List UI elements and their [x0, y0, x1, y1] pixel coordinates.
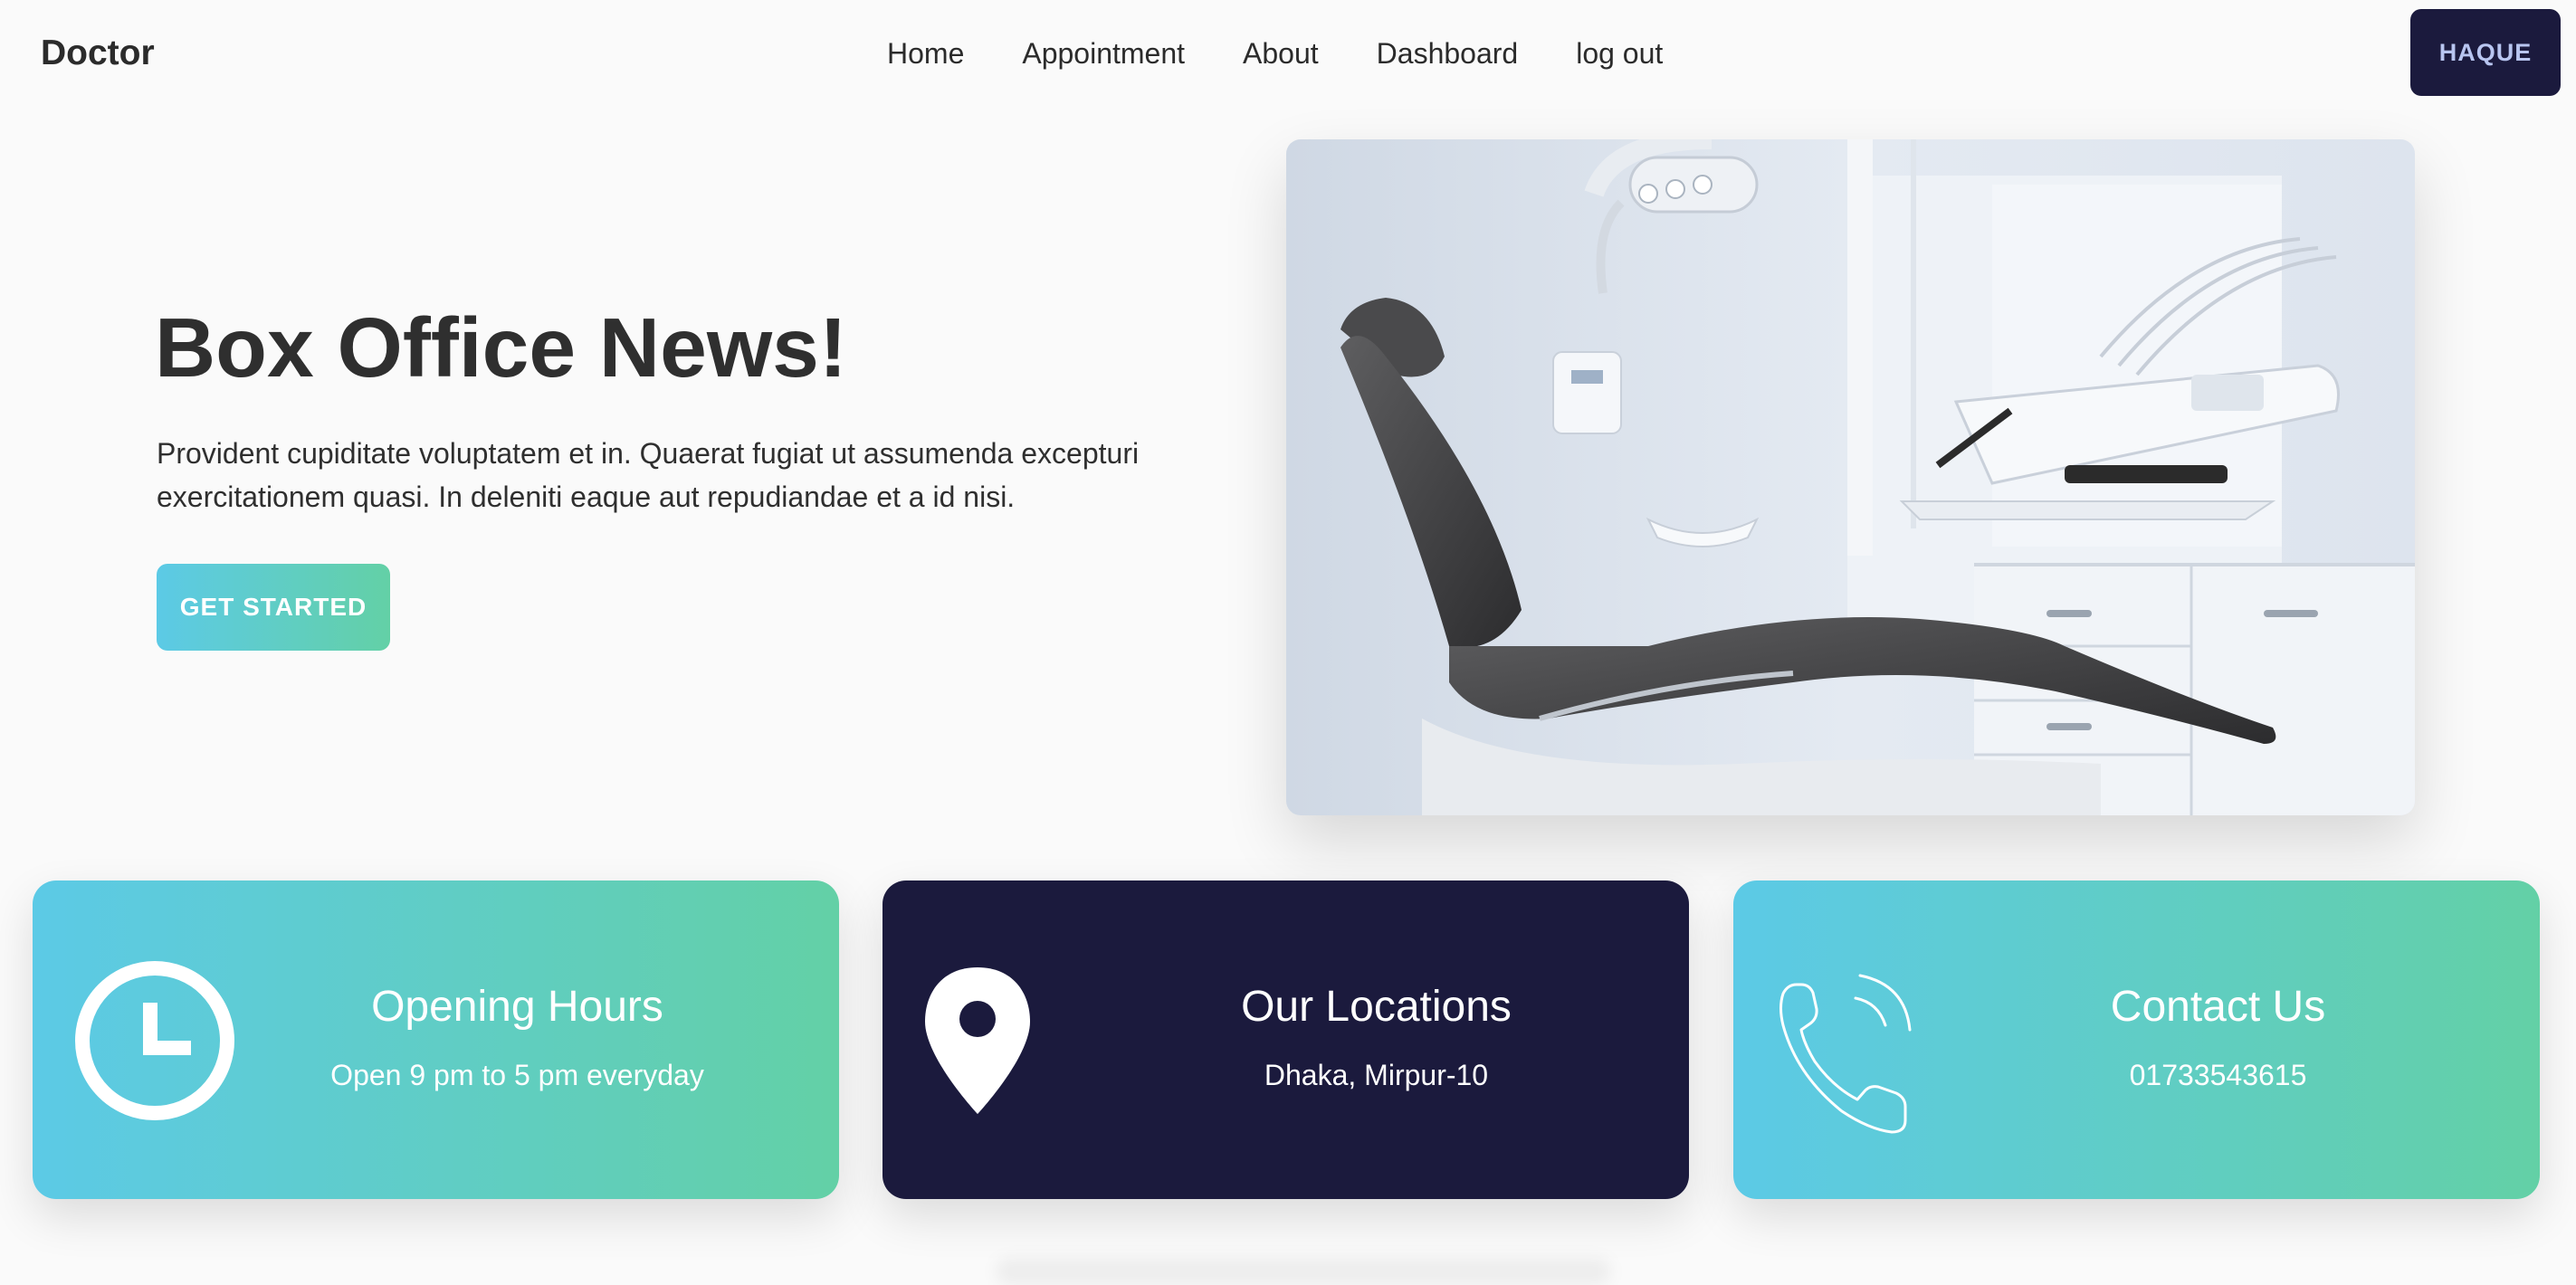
nav-appointment[interactable]: Appointment — [1022, 37, 1185, 71]
get-started-button[interactable]: GET STARTED — [157, 564, 390, 651]
next-section-shadow — [996, 1258, 1611, 1285]
location-pin-icon — [925, 967, 1030, 1114]
contact-card: Contact Us 01733543615 — [1733, 880, 2540, 1199]
nav-home[interactable]: Home — [887, 37, 964, 71]
card-subtitle: Open 9 pm to 5 pm everyday — [330, 1059, 704, 1091]
card-title: Opening Hours — [371, 983, 663, 1031]
brand-logo[interactable]: Doctor — [41, 28, 155, 79]
card-subtitle: Dhaka, Mirpur-10 — [1264, 1059, 1489, 1091]
hero-title: Box Office News! — [155, 300, 847, 395]
dental-chair-image — [1286, 139, 2415, 815]
clock-icon — [75, 961, 234, 1120]
nav-about[interactable]: About — [1243, 37, 1319, 71]
card-title: Contact Us — [2110, 983, 2326, 1031]
locations-card: Our Locations Dhaka, Mirpur-10 — [883, 880, 1689, 1199]
card-subtitle: 01733543615 — [2129, 1059, 2307, 1091]
opening-hours-card: Opening Hours Open 9 pm to 5 pm everyday — [33, 880, 839, 1199]
nav-logout[interactable]: log out — [1576, 37, 1663, 71]
phone-icon — [1779, 974, 1912, 1134]
main-nav: Home Appointment About Dashboard log out — [887, 28, 1663, 79]
nav-dashboard[interactable]: Dashboard — [1377, 37, 1519, 71]
hero-description: Provident cupiditate voluptatem et in. Q… — [157, 437, 1140, 513]
card-title: Our Locations — [1241, 983, 1512, 1031]
user-button[interactable]: HAQUE — [2410, 9, 2561, 96]
